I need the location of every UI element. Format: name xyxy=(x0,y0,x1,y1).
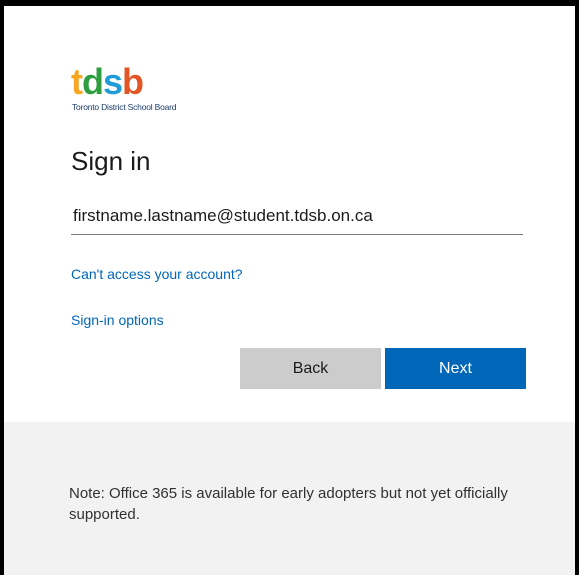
page-title: Sign in xyxy=(71,146,151,176)
signin-options-link[interactable]: Sign-in options xyxy=(71,311,164,329)
footer-note: Note: Office 365 is available for early … xyxy=(69,485,508,523)
cant-access-account-link[interactable]: Can't access your account? xyxy=(71,265,243,283)
footer: Note: Office 365 is available for early … xyxy=(4,422,575,575)
signin-card: tdsb Toronto District School Board Sign … xyxy=(4,6,575,422)
logo-letter-t: t xyxy=(71,61,83,102)
logo-letter-s: s xyxy=(103,61,123,102)
next-button[interactable]: Next xyxy=(385,348,526,389)
tdsb-logo: tdsb Toronto District School Board xyxy=(71,64,241,124)
email-field[interactable]: firstname.lastname@student.tdsb.on.ca xyxy=(71,199,523,235)
email-value: firstname.lastname@student.tdsb.on.ca xyxy=(73,206,373,225)
logo-subtitle: Toronto District School Board xyxy=(72,102,177,112)
back-button[interactable]: Back xyxy=(240,348,381,389)
signin-window: tdsb Toronto District School Board Sign … xyxy=(0,0,579,575)
logo-letter-b: b xyxy=(122,61,144,102)
logo-wordmark: tdsb xyxy=(71,61,144,102)
logo-letter-d: d xyxy=(82,61,104,102)
